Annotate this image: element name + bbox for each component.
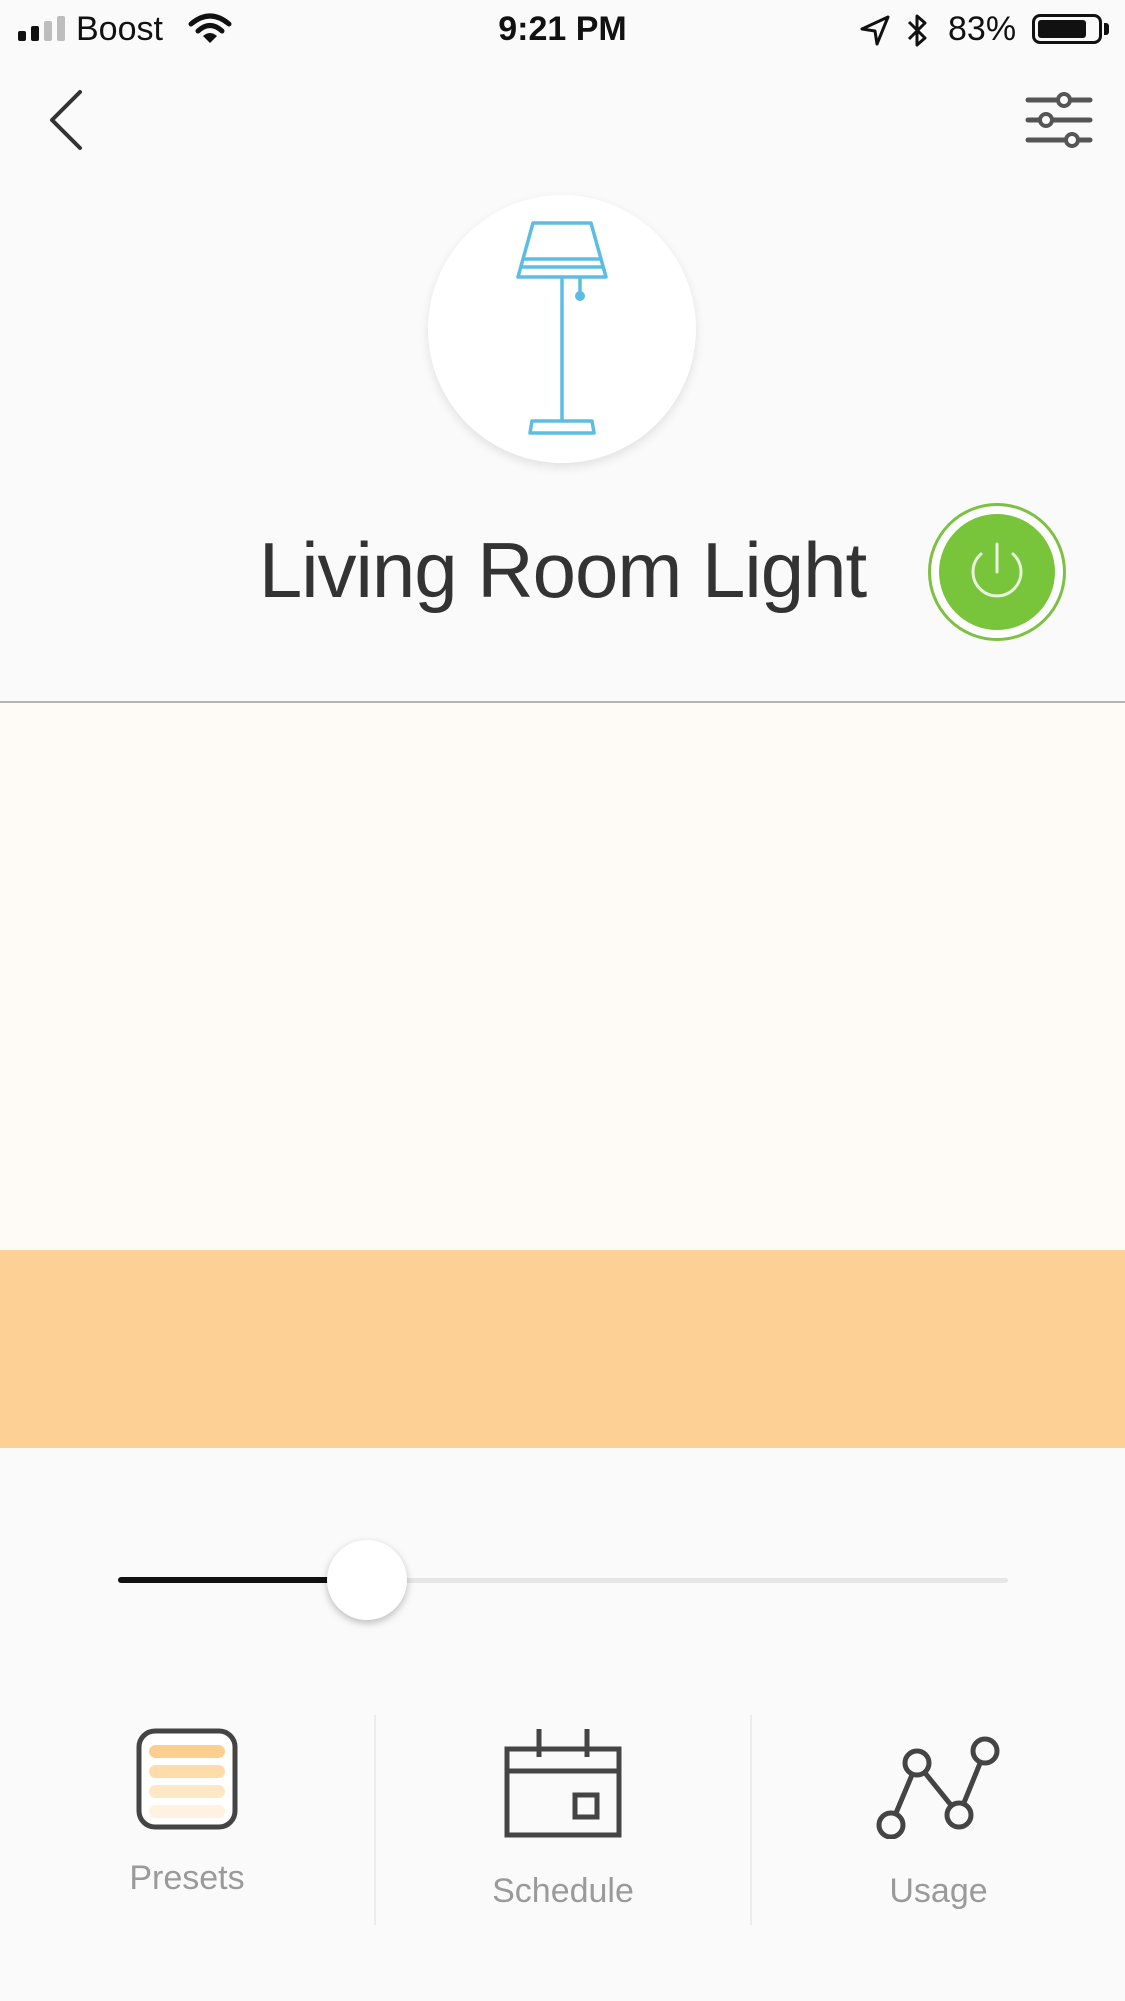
usage-graph-icon [752,1731,1125,1839]
tab-usage[interactable]: Usage [752,1715,1125,1925]
tab-schedule-label: Schedule [492,1872,634,1910]
bluetooth-icon [906,12,930,55]
tab-usage-label: Usage [889,1872,988,1910]
brightness-slider[interactable] [118,1540,1008,1620]
battery-tip [1104,23,1109,35]
status-bar: Boost 9:21 PM 83% [0,0,1125,62]
tab-presets-label: Presets [129,1859,245,1897]
back-button[interactable] [40,86,100,156]
sliders-icon [1025,92,1093,148]
device-icon-badge [428,195,696,463]
power-icon [971,542,1023,598]
floor-lamp-icon [516,221,608,435]
tab-presets[interactable]: Presets [0,1715,374,1925]
tab-schedule[interactable]: Schedule [376,1715,750,1925]
power-toggle-button[interactable] [928,503,1066,641]
slider-thumb[interactable] [327,1540,408,1620]
light-preview-area [0,703,1125,1250]
location-arrow-icon [858,14,892,53]
chevron-left-icon [50,90,82,150]
battery-level-fill [1038,20,1086,38]
battery-icon [1032,14,1102,44]
presets-icon [0,1727,374,1831]
device-settings-button[interactable] [1024,88,1094,154]
light-color-band [0,1250,1125,1448]
calendar-icon [376,1727,750,1839]
battery-percentage: 83% [948,10,1017,48]
